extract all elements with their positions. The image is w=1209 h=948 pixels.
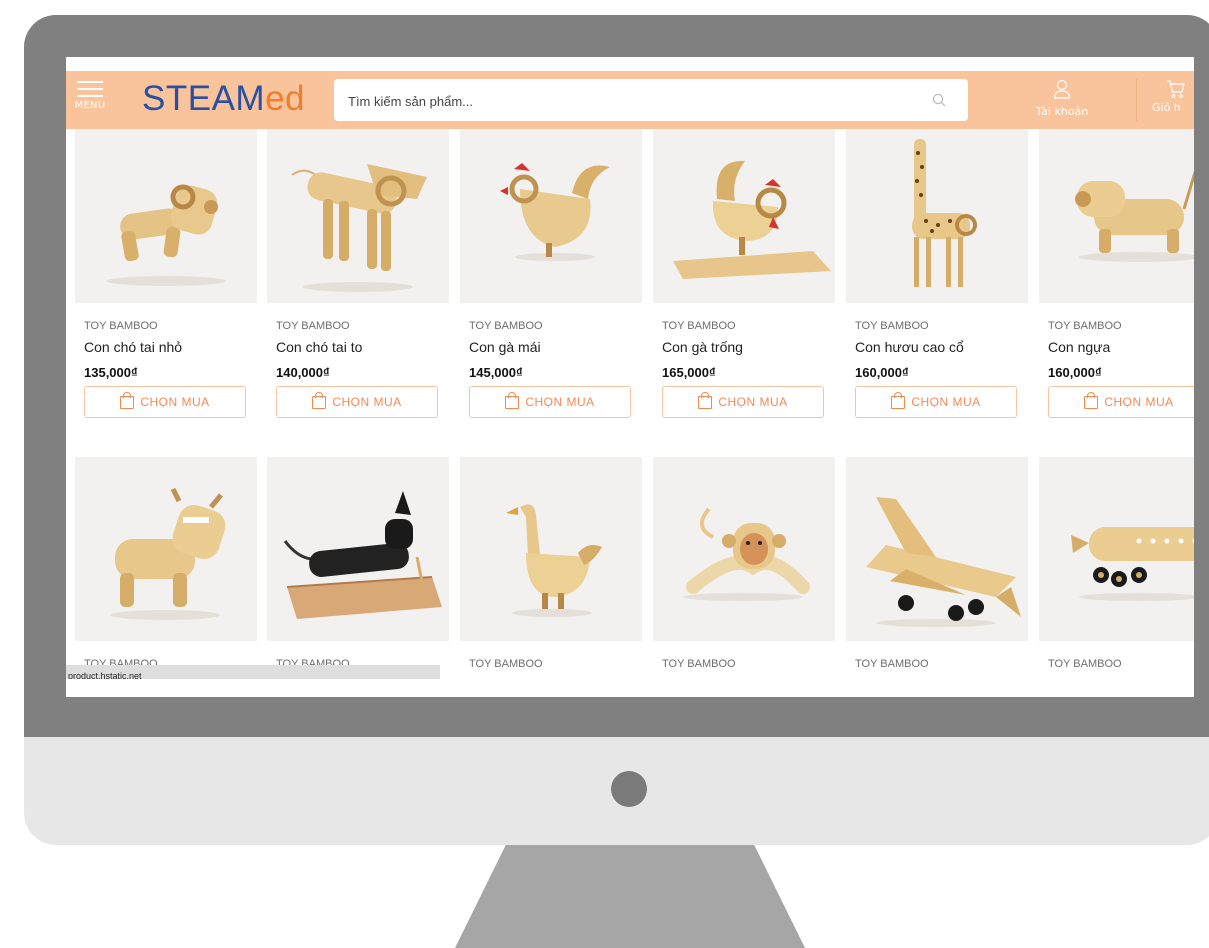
cart-icon bbox=[1167, 80, 1185, 98]
buy-button[interactable]: CHỌN MUA bbox=[1048, 386, 1194, 418]
bamboo-airplane-icon[interactable] bbox=[1039, 457, 1194, 641]
browser-status-bar: product.hstatic.net bbox=[66, 665, 440, 679]
shopping-bag-icon bbox=[120, 391, 135, 409]
bamboo-dog-big-ears-icon[interactable] bbox=[267, 129, 449, 303]
product-price: 145,000₫ bbox=[469, 365, 523, 380]
product-name[interactable]: Con gà mái bbox=[469, 339, 541, 355]
buy-button[interactable]: CHỌN MUA bbox=[855, 386, 1017, 418]
search-icon[interactable] bbox=[932, 93, 946, 107]
buy-button-label: CHỌN MUA bbox=[1104, 395, 1174, 409]
product-brand: TOY BAMBOO bbox=[662, 658, 736, 670]
product-price: 165,000₫ bbox=[662, 365, 716, 380]
site-logo[interactable]: STEAMed bbox=[142, 79, 305, 119]
product-price: 160,000₫ bbox=[855, 365, 909, 380]
buy-button[interactable]: CHỌN MUA bbox=[84, 386, 246, 418]
account-label: Tài khoản bbox=[1035, 105, 1089, 118]
product-brand: TOY BAMBOO bbox=[855, 658, 929, 670]
cart-label: Giỏ h bbox=[1152, 101, 1181, 114]
product-brand: TOY BAMBOO bbox=[855, 320, 929, 332]
bamboo-duck-icon[interactable] bbox=[460, 457, 642, 641]
browser-viewport: MENU STEAMed Tài khoản Giỏ h bbox=[66, 57, 1194, 697]
bamboo-cow-icon[interactable] bbox=[75, 457, 257, 641]
cart-link[interactable]: Giỏ h bbox=[1152, 79, 1194, 114]
product-brand: TOY BAMBOO bbox=[276, 320, 350, 332]
logo-main-text: STEAM bbox=[142, 79, 266, 118]
product-name[interactable]: Con chó tai nhỏ bbox=[84, 339, 182, 355]
monitor-stand bbox=[455, 845, 805, 948]
product-brand: TOY BAMBOO bbox=[1048, 658, 1122, 670]
bamboo-black-dachshund-icon[interactable] bbox=[267, 457, 449, 641]
menu-label: MENU bbox=[74, 100, 106, 111]
search-input[interactable] bbox=[346, 79, 910, 123]
shopping-bag-icon bbox=[505, 391, 520, 409]
bamboo-rooster-icon[interactable] bbox=[653, 129, 835, 303]
product-price: 135,000₫ bbox=[84, 365, 138, 380]
product-name[interactable]: Con ngựa bbox=[1048, 339, 1110, 355]
bamboo-giraffe-icon[interactable] bbox=[846, 129, 1028, 303]
menu-button[interactable]: MENU bbox=[70, 79, 110, 111]
product-name[interactable]: Con chó tai to bbox=[276, 339, 362, 355]
logo-accent-text: ed bbox=[265, 79, 306, 118]
product-brand: TOY BAMBOO bbox=[1048, 320, 1122, 332]
user-icon bbox=[1053, 79, 1071, 99]
product-price: 160,000₫ bbox=[1048, 365, 1102, 380]
shopping-bag-icon bbox=[891, 391, 906, 409]
product-brand: TOY BAMBOO bbox=[84, 320, 158, 332]
product-brand: TOY BAMBOO bbox=[469, 320, 543, 332]
product-brand: TOY BAMBOO bbox=[662, 320, 736, 332]
buy-button-label: CHỌN MUA bbox=[718, 395, 788, 409]
account-link[interactable]: Tài khoản bbox=[1018, 79, 1106, 118]
product-price: 140,000₫ bbox=[276, 365, 330, 380]
buy-button-label: CHỌN MUA bbox=[332, 395, 402, 409]
header-divider bbox=[1136, 79, 1137, 121]
buy-button-label: CHỌN MUA bbox=[525, 395, 595, 409]
bamboo-monkey-icon[interactable] bbox=[653, 457, 835, 641]
site-header: MENU STEAMed Tài khoản Giỏ h bbox=[66, 71, 1194, 129]
buy-button-label: CHỌN MUA bbox=[140, 395, 210, 409]
product-name[interactable]: Con gà trống bbox=[662, 339, 743, 355]
monitor-power-button bbox=[611, 771, 647, 807]
product-name[interactable]: Con hươu cao cổ bbox=[855, 339, 964, 355]
buy-button-label: CHỌN MUA bbox=[911, 395, 981, 409]
shopping-bag-icon bbox=[1084, 391, 1099, 409]
hamburger-icon bbox=[77, 79, 103, 97]
shopping-bag-icon bbox=[698, 391, 713, 409]
bamboo-fighter-jet-icon[interactable] bbox=[846, 457, 1028, 641]
page-top-strip bbox=[66, 57, 1194, 71]
search-box bbox=[334, 79, 968, 123]
buy-button[interactable]: CHỌN MUA bbox=[276, 386, 438, 418]
shopping-bag-icon bbox=[312, 391, 327, 409]
bamboo-horse-icon[interactable] bbox=[1039, 129, 1194, 303]
buy-button[interactable]: CHỌN MUA bbox=[662, 386, 824, 418]
buy-button[interactable]: CHỌN MUA bbox=[469, 386, 631, 418]
bamboo-hen-icon[interactable] bbox=[460, 129, 642, 303]
bamboo-dog-small-ears-icon[interactable] bbox=[75, 129, 257, 303]
product-brand: TOY BAMBOO bbox=[469, 658, 543, 670]
